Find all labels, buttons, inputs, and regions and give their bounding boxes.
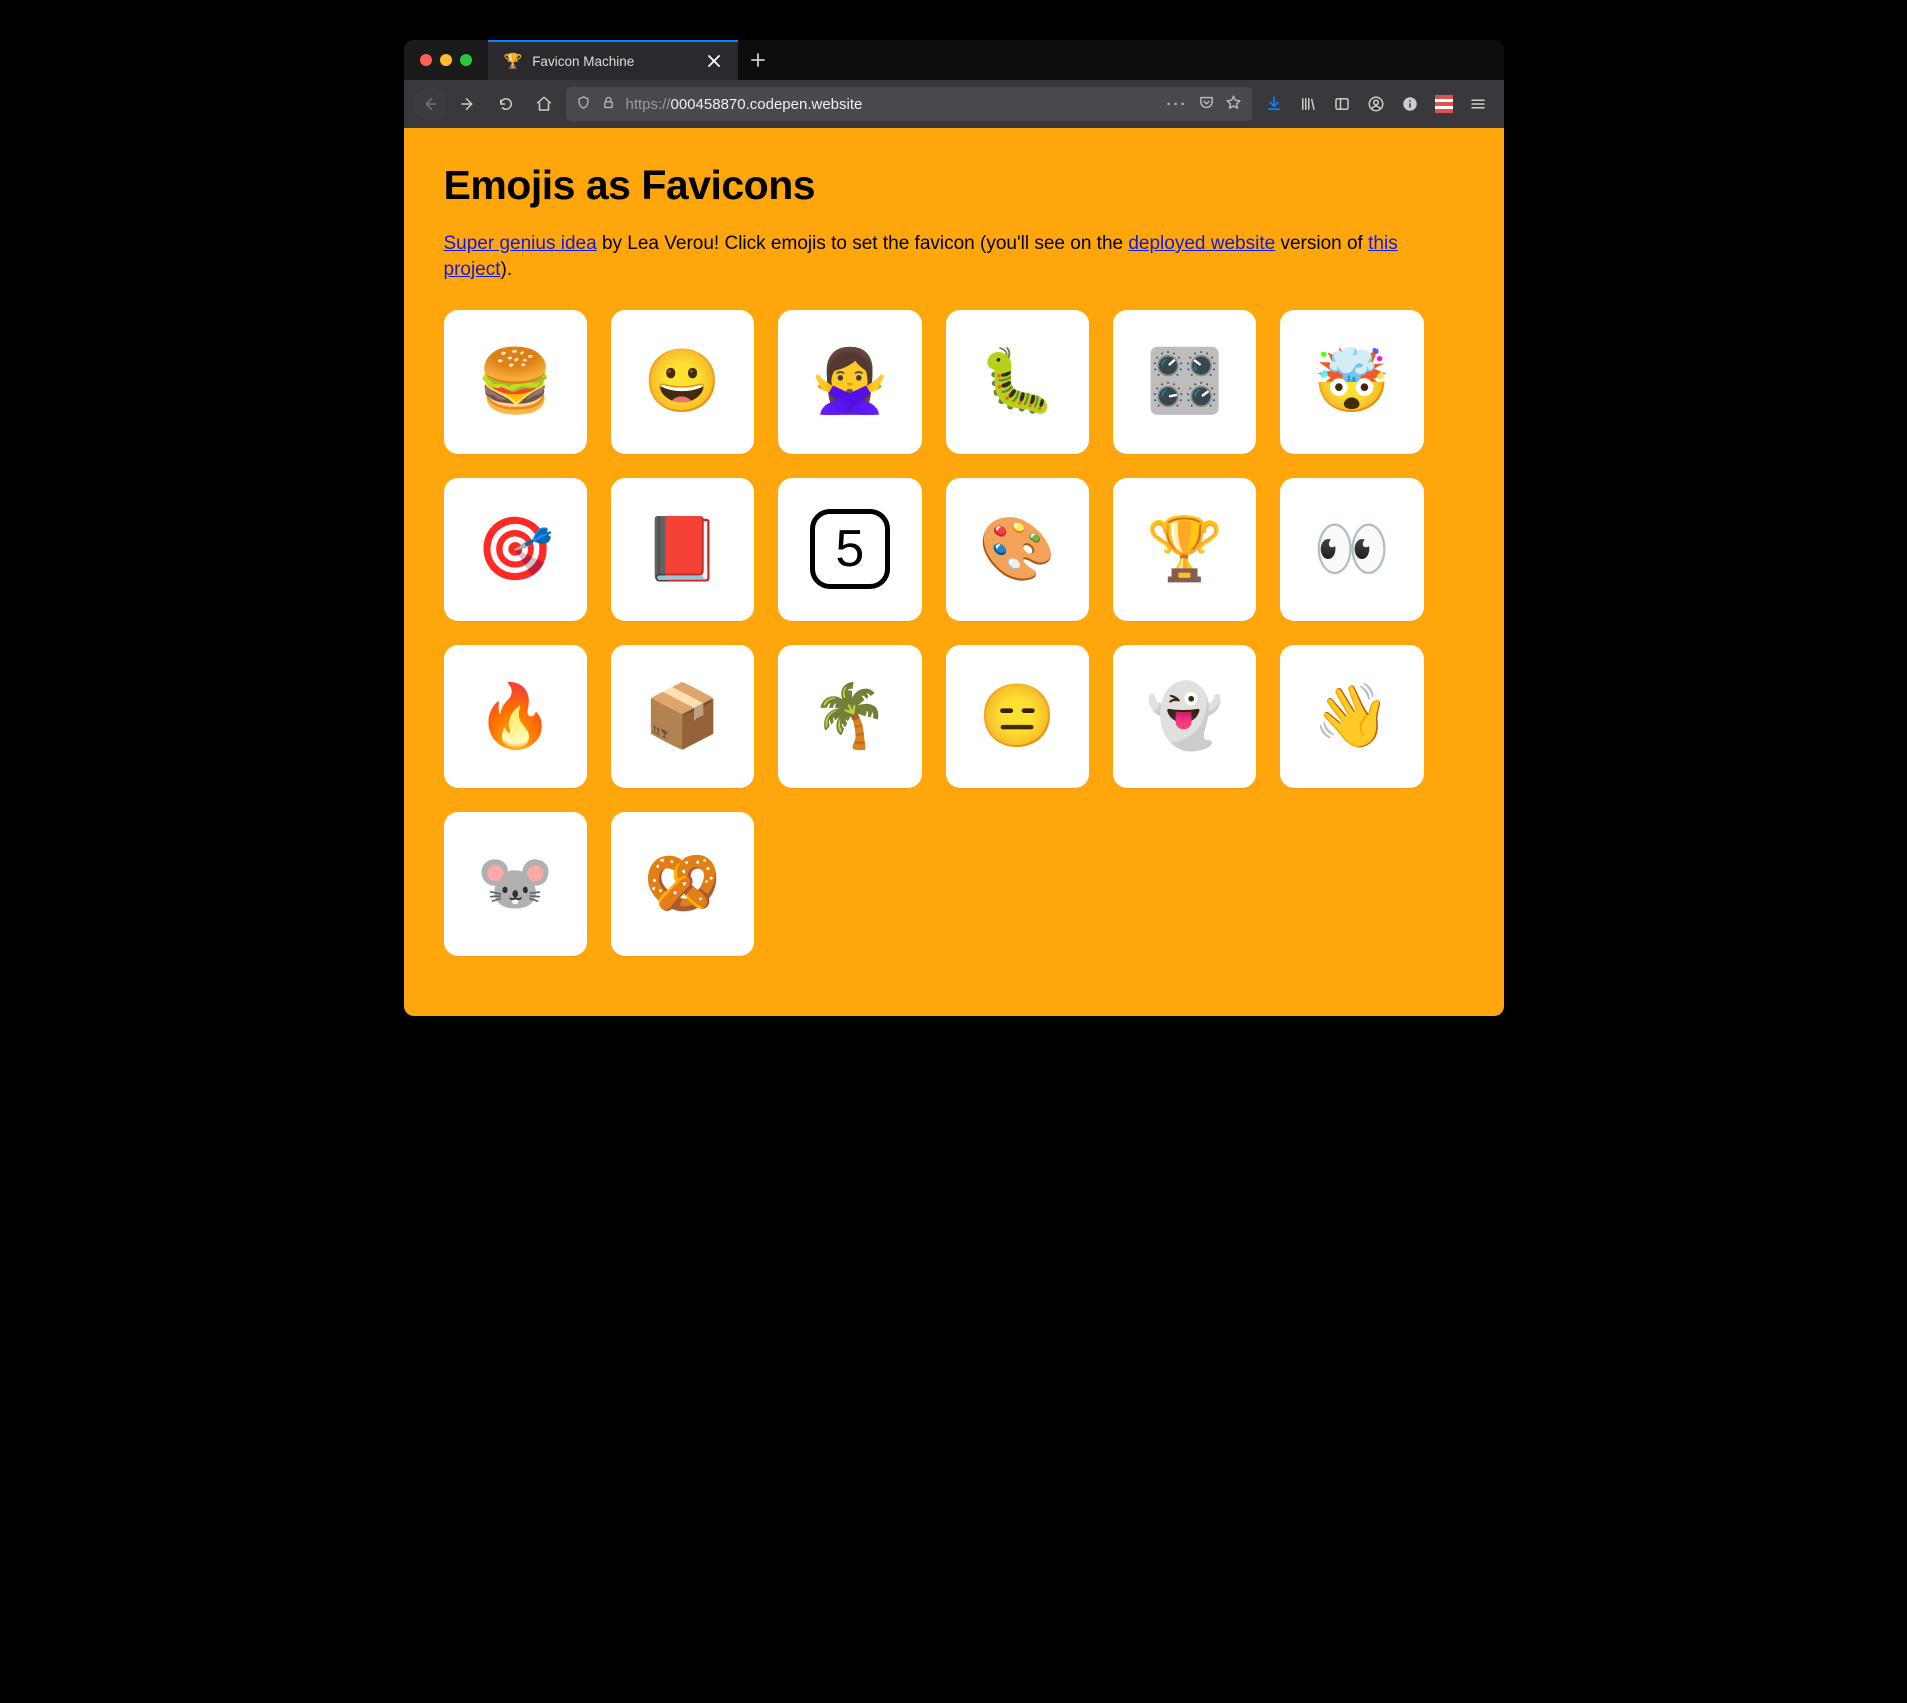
bookmark-button[interactable] <box>1225 94 1242 115</box>
emoji-card-caterpillar[interactable]: 🐛 <box>946 310 1089 453</box>
nav-toolbar: https://000458870.codepen.website ··· <box>404 80 1504 128</box>
emoji-card-closed-book[interactable]: 📕 <box>611 478 754 621</box>
grinning-face-icon: 😀 <box>644 345 721 418</box>
new-tab-button[interactable] <box>738 40 778 80</box>
minimize-window-button[interactable] <box>440 54 452 66</box>
reload-icon <box>497 95 515 113</box>
plus-icon <box>751 53 765 67</box>
active-tab[interactable]: 🏆 Favicon Machine <box>488 40 738 80</box>
tracking-shield-icon[interactable] <box>576 95 591 114</box>
artist-palette-icon: 🎨 <box>979 513 1056 586</box>
noscript-icon <box>1435 95 1453 113</box>
library-icon <box>1299 95 1317 113</box>
ghost-icon: 👻 <box>1146 680 1223 753</box>
emoji-card-exploding-head[interactable]: 🤯 <box>1280 310 1423 453</box>
account-button[interactable] <box>1360 88 1392 120</box>
close-icon <box>708 55 720 67</box>
sidebar-button[interactable] <box>1326 88 1358 120</box>
emoji-card-grinning-face[interactable]: 😀 <box>611 310 754 453</box>
pocket-icon <box>1198 94 1215 111</box>
mouse-face-icon: 🐭 <box>477 847 554 920</box>
control-knobs-icon: 🎛️ <box>1146 345 1223 418</box>
star-icon <box>1225 94 1242 111</box>
url-text: https://000458870.codepen.website <box>626 96 1157 113</box>
hamburger-menu-icon <box>1469 95 1487 113</box>
window-controls <box>404 40 488 80</box>
app-menu-button[interactable] <box>1462 88 1494 120</box>
emoji-card-trophy[interactable]: 🏆 <box>1113 478 1256 621</box>
extension-noscript-button[interactable] <box>1428 88 1460 120</box>
emoji-card-control-knobs[interactable]: 🎛️ <box>1113 310 1256 453</box>
url-bar[interactable]: https://000458870.codepen.website ··· <box>566 87 1252 121</box>
page-heading: Emojis as Favicons <box>444 162 1464 209</box>
emoji-card-palm-tree[interactable]: 🌴 <box>778 645 921 788</box>
info-circle-icon <box>1401 95 1419 113</box>
sidebar-icon <box>1333 95 1351 113</box>
tab-strip: 🏆 Favicon Machine <box>404 40 1504 80</box>
caterpillar-icon: 🐛 <box>979 345 1056 418</box>
no-good-woman-icon: 🙅‍♀️ <box>811 345 888 418</box>
pretzel-icon: 🥨 <box>644 847 721 920</box>
close-tab-button[interactable] <box>704 51 724 71</box>
download-icon <box>1265 95 1283 113</box>
expressionless-face-icon: 😑 <box>979 680 1056 753</box>
home-button[interactable] <box>528 88 560 120</box>
emoji-card-fire[interactable]: 🔥 <box>444 645 587 788</box>
page-actions-button[interactable]: ··· <box>1167 96 1188 113</box>
pocket-button[interactable] <box>1198 94 1215 115</box>
closed-book-icon: 📕 <box>644 513 721 586</box>
emoji-card-ghost[interactable]: 👻 <box>1113 645 1256 788</box>
arrow-right-icon <box>459 95 477 113</box>
emoji-card-mouse-face[interactable]: 🐭 <box>444 812 587 955</box>
eyes-icon: 👀 <box>1313 513 1390 586</box>
browser-window: 🏆 Favicon Machine <box>404 40 1504 1016</box>
account-icon <box>1367 95 1385 113</box>
emoji-card-pretzel[interactable]: 🥨 <box>611 812 754 955</box>
emoji-grid: 🍔 😀 🙅‍♀️ 🐛 🎛️ 🤯 🎯 📕 5 🎨 🏆 👀 🔥 📦 🌴 😑 👻 👋 🐭 🥨 <box>444 310 1424 955</box>
intro-paragraph: Super genius idea by Lea Verou! Click em… <box>444 231 1404 282</box>
lock-icon[interactable] <box>601 95 616 114</box>
reload-button[interactable] <box>490 88 522 120</box>
arrow-left-icon <box>421 95 439 113</box>
fire-icon: 🔥 <box>477 680 554 753</box>
package-icon: 📦 <box>644 680 721 753</box>
back-button[interactable] <box>414 88 446 120</box>
forward-button[interactable] <box>452 88 484 120</box>
emoji-card-artist-palette[interactable]: 🎨 <box>946 478 1089 621</box>
link-super-genius-idea[interactable]: Super genius idea <box>444 233 597 254</box>
emoji-card-waving-hand[interactable]: 👋 <box>1280 645 1423 788</box>
keycap-5-icon: 5 <box>810 509 890 589</box>
tab-title: Favicon Machine <box>532 54 693 69</box>
emoji-card-keycap-5[interactable]: 5 <box>778 478 921 621</box>
emoji-card-eyes[interactable]: 👀 <box>1280 478 1423 621</box>
hamburger-icon: 🍔 <box>477 345 554 418</box>
emoji-card-direct-hit[interactable]: 🎯 <box>444 478 587 621</box>
zoom-window-button[interactable] <box>460 54 472 66</box>
waving-hand-icon: 👋 <box>1313 680 1390 753</box>
direct-hit-icon: 🎯 <box>477 513 554 586</box>
emoji-card-package[interactable]: 📦 <box>611 645 754 788</box>
trophy-icon: 🏆 <box>1146 513 1223 586</box>
library-button[interactable] <box>1292 88 1324 120</box>
close-window-button[interactable] <box>420 54 432 66</box>
extension-info-button[interactable] <box>1394 88 1426 120</box>
page-content: Emojis as Favicons Super genius idea by … <box>404 128 1504 1016</box>
emoji-card-expressionless-face[interactable]: 😑 <box>946 645 1089 788</box>
tab-favicon-icon: 🏆 <box>504 54 523 69</box>
home-icon <box>535 95 553 113</box>
emoji-card-no-good-woman[interactable]: 🙅‍♀️ <box>778 310 921 453</box>
palm-tree-icon: 🌴 <box>811 680 888 753</box>
emoji-card-hamburger[interactable]: 🍔 <box>444 310 587 453</box>
exploding-head-icon: 🤯 <box>1313 345 1390 418</box>
downloads-button[interactable] <box>1258 88 1290 120</box>
link-deployed-website[interactable]: deployed website <box>1128 233 1275 254</box>
